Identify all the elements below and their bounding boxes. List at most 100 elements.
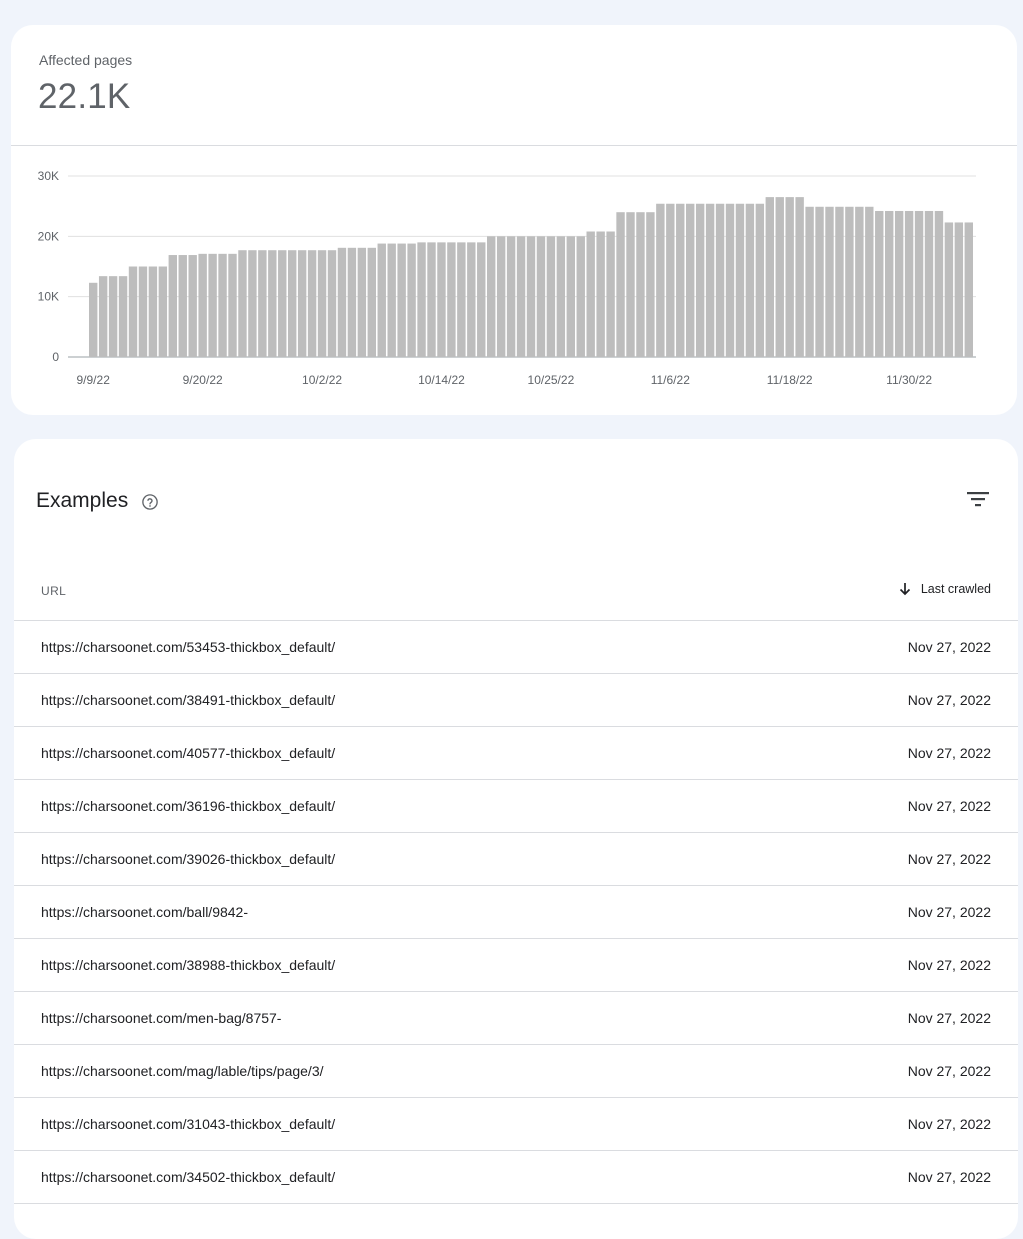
table-row[interactable]: https://charsoonet.com/40577-thickbox_de… — [14, 727, 1018, 780]
bar[interactable] — [795, 197, 804, 357]
bar[interactable] — [894, 210, 904, 357]
bar[interactable] — [198, 253, 207, 357]
row-url[interactable]: https://charsoonet.com/40577-thickbox_de… — [41, 745, 335, 761]
table-row[interactable]: https://charsoonet.com/38491-thickbox_de… — [14, 674, 1018, 727]
bar[interactable] — [467, 242, 476, 357]
bar[interactable] — [387, 243, 396, 357]
bar[interactable] — [536, 236, 546, 357]
bar[interactable] — [556, 236, 566, 357]
bar[interactable] — [337, 247, 347, 357]
bar[interactable] — [944, 222, 954, 357]
bar[interactable] — [765, 197, 774, 357]
bar[interactable] — [477, 242, 486, 357]
bar[interactable] — [626, 212, 635, 357]
row-url[interactable]: https://charsoonet.com/38988-thickbox_de… — [41, 957, 335, 973]
bar[interactable] — [148, 266, 158, 358]
table-row[interactable]: https://charsoonet.com/39026-thickbox_de… — [14, 833, 1018, 886]
bar[interactable] — [715, 203, 725, 357]
bar[interactable] — [745, 203, 755, 357]
bar[interactable] — [208, 253, 217, 357]
row-url[interactable]: https://charsoonet.com/ball/9842- — [41, 904, 248, 920]
bar[interactable] — [158, 266, 168, 358]
row-url[interactable]: https://charsoonet.com/39026-thickbox_de… — [41, 851, 335, 867]
bar[interactable] — [636, 212, 645, 357]
bar[interactable] — [865, 206, 874, 357]
bar[interactable] — [686, 203, 695, 357]
bar[interactable] — [278, 250, 287, 357]
table-row[interactable]: https://charsoonet.com/mag/lable/tips/pa… — [14, 1045, 1018, 1098]
bar[interactable] — [875, 210, 884, 357]
bar[interactable] — [785, 197, 794, 357]
table-row[interactable]: https://charsoonet.com/53453-thickbox_de… — [14, 621, 1018, 674]
column-header-last-crawled[interactable]: Last crawled — [899, 582, 991, 596]
bar[interactable] — [258, 250, 267, 357]
bar[interactable] — [238, 250, 247, 357]
bar[interactable] — [616, 212, 625, 357]
bar[interactable] — [725, 203, 735, 357]
bar[interactable] — [805, 206, 814, 357]
bar[interactable] — [546, 236, 556, 357]
bar[interactable] — [248, 250, 257, 357]
table-row[interactable]: https://charsoonet.com/ball/9842- Nov 27,… — [14, 886, 1018, 939]
bar[interactable] — [825, 206, 834, 357]
bar[interactable] — [855, 206, 864, 357]
bar[interactable] — [676, 203, 685, 357]
bar[interactable] — [377, 243, 386, 357]
bar[interactable] — [98, 276, 108, 357]
bar[interactable] — [447, 242, 456, 357]
bar[interactable] — [566, 236, 575, 357]
row-url[interactable]: https://charsoonet.com/men-bag/8757- — [41, 1010, 281, 1026]
bar[interactable] — [835, 206, 844, 357]
bar[interactable] — [357, 247, 367, 357]
bar[interactable] — [586, 231, 595, 357]
bar[interactable] — [576, 236, 585, 357]
filter-icon[interactable] — [964, 487, 992, 511]
bar[interactable] — [168, 255, 177, 357]
table-row[interactable]: https://charsoonet.com/34502-thickbox_de… — [14, 1151, 1018, 1204]
bar[interactable] — [516, 236, 526, 357]
bar[interactable] — [407, 243, 416, 357]
bar[interactable] — [437, 242, 446, 357]
table-row[interactable]: https://charsoonet.com/men-bag/8757- Nov … — [14, 992, 1018, 1045]
bar[interactable] — [775, 197, 784, 357]
bar[interactable] — [885, 210, 894, 357]
bar[interactable] — [755, 203, 765, 357]
bar[interactable] — [914, 210, 924, 357]
column-header-url[interactable]: URL — [41, 584, 66, 598]
bar[interactable] — [397, 243, 406, 357]
row-url[interactable]: https://charsoonet.com/53453-thickbox_de… — [41, 639, 335, 655]
bar[interactable] — [656, 203, 665, 357]
bar[interactable] — [327, 250, 337, 357]
bar[interactable] — [596, 231, 605, 357]
row-url[interactable]: https://charsoonet.com/36196-thickbox_de… — [41, 798, 335, 814]
bar[interactable] — [188, 255, 197, 357]
row-url[interactable]: https://charsoonet.com/34502-thickbox_de… — [41, 1169, 335, 1185]
bar[interactable] — [815, 206, 824, 357]
bar[interactable] — [666, 203, 675, 357]
bar[interactable] — [297, 250, 307, 357]
bar[interactable] — [427, 242, 436, 357]
bar[interactable] — [964, 222, 973, 357]
bar[interactable] — [695, 203, 705, 357]
bar[interactable] — [288, 250, 297, 357]
bar[interactable] — [228, 253, 237, 357]
row-url[interactable]: https://charsoonet.com/mag/lable/tips/pa… — [41, 1063, 324, 1079]
bar[interactable] — [457, 242, 466, 357]
bar[interactable] — [954, 222, 964, 357]
help-circle-icon[interactable] — [141, 493, 159, 511]
bar[interactable] — [307, 250, 317, 357]
table-row[interactable]: https://charsoonet.com/38988-thickbox_de… — [14, 939, 1018, 992]
bar[interactable] — [526, 236, 536, 357]
table-row[interactable]: https://charsoonet.com/36196-thickbox_de… — [14, 780, 1018, 833]
bar[interactable] — [178, 255, 187, 357]
bar[interactable] — [705, 203, 715, 357]
bar[interactable] — [108, 276, 118, 357]
bar[interactable] — [904, 210, 914, 357]
bar[interactable] — [735, 203, 745, 357]
bar[interactable] — [317, 250, 327, 357]
row-url[interactable]: https://charsoonet.com/38491-thickbox_de… — [41, 692, 335, 708]
bar[interactable] — [367, 247, 376, 357]
bar[interactable] — [118, 276, 128, 357]
bar[interactable] — [128, 266, 138, 358]
bar[interactable] — [138, 266, 148, 358]
